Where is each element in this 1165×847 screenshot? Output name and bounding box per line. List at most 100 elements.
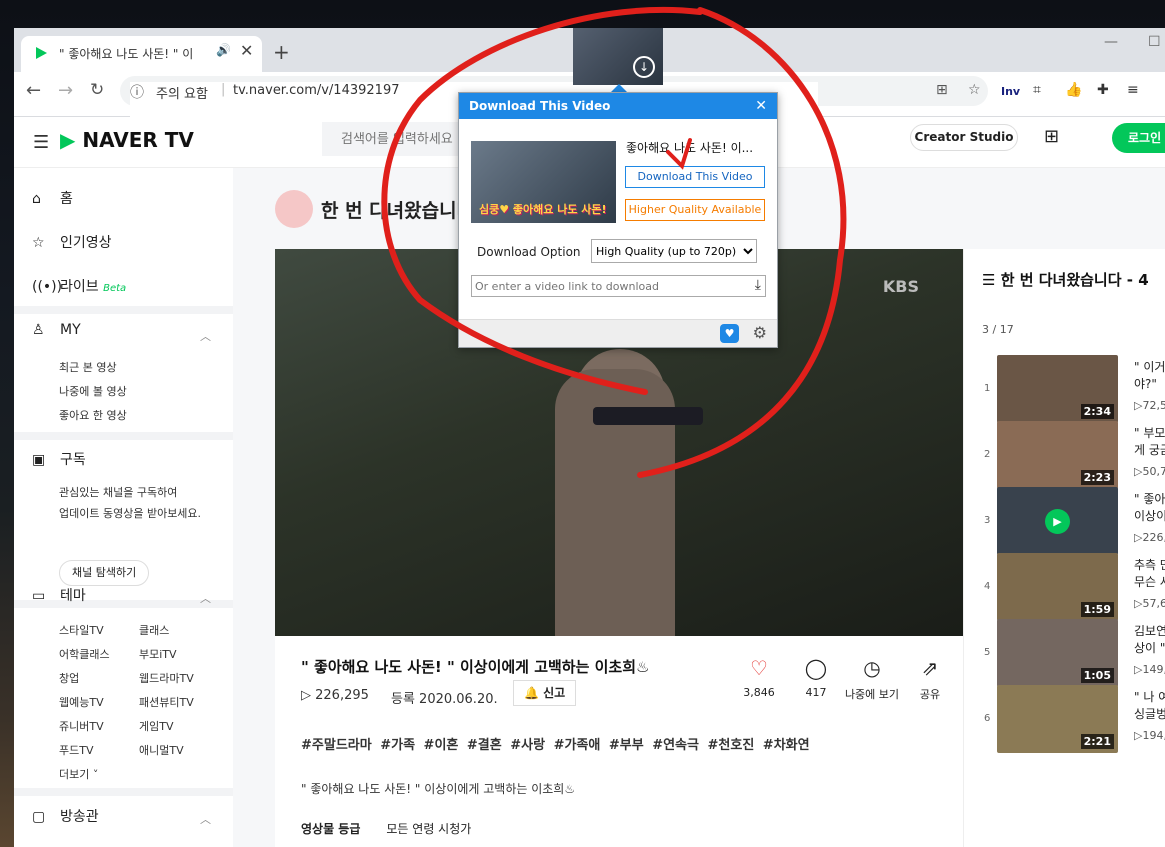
chevron-up-icon[interactable]: ︿ bbox=[200, 811, 211, 827]
minimize-icon[interactable]: — bbox=[1104, 34, 1118, 50]
maximize-icon[interactable]: ☐ bbox=[1148, 34, 1161, 50]
theme-item[interactable]: 애니멀TV bbox=[139, 742, 184, 758]
menu-icon[interactable]: ☰ bbox=[33, 132, 49, 153]
sidebar-item-my[interactable]: ♙ MY bbox=[32, 322, 81, 338]
playlist-title[interactable]: ☰ 한 번 다녀왔습니다 - 4 bbox=[982, 269, 1149, 290]
channel-avatar[interactable] bbox=[275, 190, 313, 228]
active-tab[interactable]: " 좋아해요 나도 사돈! " 이 🔊 ✕ bbox=[21, 36, 262, 72]
share-label: 공유 bbox=[919, 688, 941, 701]
sidebar-item-popular[interactable]: ☆ 인기영상 bbox=[32, 232, 112, 252]
playlist-thumbnail[interactable]: ▶ bbox=[997, 487, 1118, 555]
gear-icon[interactable]: ⚙ bbox=[753, 323, 767, 342]
broadcast-icon: ((•)) bbox=[32, 279, 63, 295]
thumbs-extension-icon[interactable]: 👍 bbox=[1065, 82, 1082, 98]
video-link-input[interactable] bbox=[472, 276, 742, 296]
extensions-puzzle-icon[interactable]: ✚ bbox=[1097, 82, 1109, 98]
sidebar-subitem[interactable]: 최근 본 영상 bbox=[59, 359, 117, 375]
playlist-item[interactable]: 2 2:23 " 부모 게 궁금 ▷50,7 bbox=[964, 419, 1165, 489]
watch-later-button[interactable]: ◷ 나중에 보기 bbox=[842, 656, 902, 702]
play-logo-icon: ▶ bbox=[60, 128, 76, 152]
sidebar-item-subscribe[interactable]: ▣ 구독 bbox=[32, 449, 86, 469]
theme-item[interactable]: 쥬니버TV bbox=[59, 718, 104, 734]
new-tab-button[interactable]: + bbox=[273, 40, 290, 64]
popup-video-title: 좋아해요 나도 사돈! 이... bbox=[626, 141, 754, 155]
sidebar: ⌂ 홈 ☆ 인기영상 ((•))라이브 Beta ♙ MY ︿ 최근 본 영상 나중에… bbox=[14, 168, 233, 847]
theme-item[interactable]: 부모iTV bbox=[139, 646, 177, 662]
comment-icon: ◯ bbox=[804, 656, 828, 680]
reload-icon[interactable]: ↻ bbox=[90, 80, 104, 100]
playlist-thumbnail[interactable]: 2:23 bbox=[997, 421, 1118, 489]
theme-item[interactable]: 어학클래스 bbox=[59, 646, 110, 662]
sidebar-item-home[interactable]: ⌂ 홈 bbox=[32, 188, 73, 208]
playlist-item-views: ▷57,6 bbox=[1134, 597, 1165, 610]
channel-title[interactable]: 한 번 다녀왔습니다 bbox=[321, 196, 474, 223]
media-queue-icon[interactable]: ≡ bbox=[1127, 82, 1139, 98]
sidebar-label: 방송관 bbox=[60, 809, 99, 825]
comment-button[interactable]: ◯ 417 bbox=[791, 656, 841, 699]
playlist-item[interactable]: 5 1:05 김보연 상이 " ▷149, bbox=[964, 617, 1165, 687]
naver-tv-logo[interactable]: ▶ NAVER TV bbox=[60, 128, 194, 152]
playlist-item-title: " 부모 게 궁금 bbox=[1134, 426, 1165, 457]
bookmark-star-icon[interactable]: ☆ bbox=[968, 82, 981, 98]
link-field[interactable]: ⤓ bbox=[471, 275, 766, 297]
tab-close-icon[interactable]: ✕ bbox=[240, 41, 253, 60]
chevron-up-icon[interactable]: ︿ bbox=[200, 328, 211, 344]
playlist-index: 6 bbox=[984, 713, 991, 724]
hover-thumbnail[interactable]: ↓ bbox=[573, 28, 663, 85]
theme-icon: ▭ bbox=[32, 588, 46, 604]
tag-list[interactable]: #주말드라마 #가족 #이혼 #결혼 #사랑 #가족애 #부부 #연속극 #천호… bbox=[301, 734, 810, 753]
playlist-item[interactable]: 1 2:34 " 이거 야?" ▷72,5 bbox=[964, 353, 1165, 423]
sidebar-subitem[interactable]: 나중에 볼 영상 bbox=[59, 383, 127, 399]
download-overlay-icon[interactable]: ↓ bbox=[633, 56, 655, 78]
theme-item[interactable]: 웹예능TV bbox=[59, 694, 104, 710]
theme-item[interactable]: 패션뷰티TV bbox=[139, 694, 194, 710]
share-button[interactable]: ⇗ 공유 bbox=[905, 656, 955, 702]
audio-icon[interactable]: 🔊 bbox=[216, 43, 231, 57]
chat-icon[interactable]: ♥ bbox=[720, 324, 739, 343]
theme-item[interactable]: 스타일TV bbox=[59, 622, 104, 638]
playlist-item[interactable]: 3 ▶ " 좋아 이상이 ▷226, bbox=[964, 485, 1165, 555]
download-button[interactable]: Download This Video bbox=[625, 166, 765, 188]
sidebar-subitem[interactable]: 좋아요 한 영상 bbox=[59, 407, 127, 423]
playlist-thumbnail[interactable]: 1:59 bbox=[997, 553, 1118, 621]
explore-channels-button[interactable]: 채널 탐색하기 bbox=[59, 560, 150, 586]
playlist-item[interactable]: 4 1:59 추측 만 무슨 사 ▷57,6 bbox=[964, 551, 1165, 621]
person-icon: ♙ bbox=[32, 322, 45, 338]
popup-close-icon[interactable]: ✕ bbox=[755, 93, 767, 119]
forward-icon[interactable]: → bbox=[58, 80, 73, 101]
download-arrow-icon[interactable]: ⤓ bbox=[755, 277, 761, 293]
logo-text: NAVER TV bbox=[82, 128, 194, 152]
share-icon: ⇗ bbox=[921, 656, 939, 680]
theme-item[interactable]: 클래스 bbox=[139, 622, 169, 638]
quality-select[interactable]: High Quality (up to 720p) bbox=[591, 239, 757, 263]
more-link[interactable]: 더보기 ˅ bbox=[59, 766, 98, 782]
beta-badge: Beta bbox=[103, 283, 127, 294]
theme-item[interactable]: 게임TV bbox=[139, 718, 173, 734]
url-text[interactable]: tv.naver.com/v/14392197 bbox=[233, 83, 399, 98]
sidebar-item-live[interactable]: ((•))라이브 Beta bbox=[32, 276, 126, 296]
back-icon[interactable]: ← bbox=[26, 80, 41, 101]
playlist-thumbnail[interactable]: 2:34 bbox=[997, 355, 1118, 423]
playlist-thumbnail[interactable]: 2:21 bbox=[997, 685, 1118, 753]
sidebar-item-broadcast[interactable]: ▢ 방송관 bbox=[32, 806, 99, 826]
clock-icon: ◷ bbox=[863, 656, 881, 680]
inv-extension-icon[interactable]: Inv bbox=[1001, 85, 1020, 98]
login-button[interactable]: 로그인 bbox=[1112, 123, 1165, 153]
theme-item[interactable]: 웹드라마TV bbox=[139, 670, 194, 686]
popup-header: Download This Video ✕ bbox=[459, 93, 777, 119]
sidebar-item-theme-label[interactable]: ▭ 테마 bbox=[32, 585, 86, 605]
chevron-up-icon[interactable]: ︿ bbox=[200, 590, 211, 606]
security-warning[interactable]: 주의 요함 bbox=[156, 83, 208, 102]
scan-extension-icon[interactable]: ⌗ bbox=[1033, 82, 1041, 98]
higher-quality-button[interactable]: Higher Quality Available bbox=[625, 199, 765, 221]
theme-item[interactable]: 창업 bbox=[59, 670, 79, 686]
theme-item[interactable]: 푸드TV bbox=[59, 742, 93, 758]
playlist-item-title: 추측 만 무슨 사 bbox=[1134, 558, 1165, 589]
playlist-item[interactable]: 6 2:21 " 나 여 싱글벙 ▷194, bbox=[964, 683, 1165, 753]
like-button[interactable]: ♡ 3,846 bbox=[734, 656, 784, 699]
report-button[interactable]: 🔔 신고 bbox=[513, 680, 577, 706]
upload-icon[interactable]: ⊞ bbox=[1044, 126, 1059, 147]
creator-studio-button[interactable]: Creator Studio bbox=[910, 124, 1018, 151]
translate-icon[interactable]: ⊞ bbox=[936, 82, 948, 98]
playlist-thumbnail[interactable]: 1:05 bbox=[997, 619, 1118, 687]
